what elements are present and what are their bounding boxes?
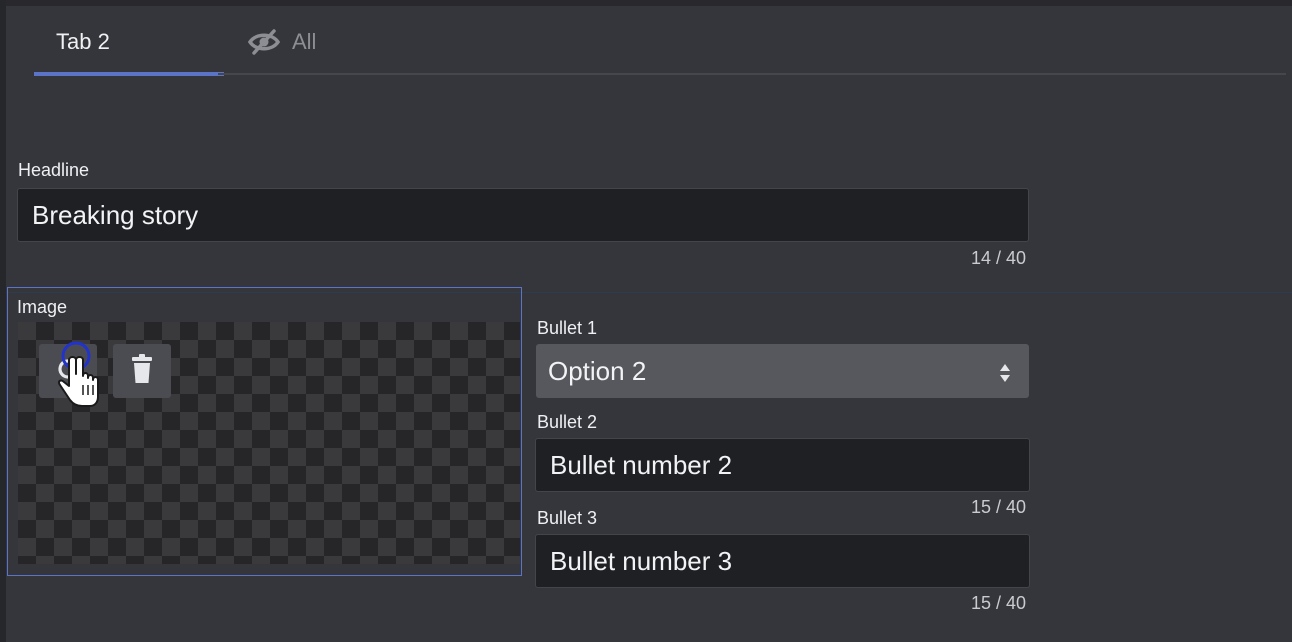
refresh-icon — [54, 355, 82, 388]
form-panel: Tab 2 All Headline Breaking story 14 / 4… — [0, 0, 1292, 642]
bullet-1-label: Bullet 1 — [537, 318, 598, 338]
tab-all[interactable]: All — [246, 6, 316, 78]
bullet-2-counter: 15 / 40 — [970, 497, 1026, 517]
bullet-2-input[interactable]: Bullet number 2 — [535, 438, 1030, 492]
delete-image-button[interactable] — [113, 344, 171, 398]
tab-label: All — [292, 29, 317, 54]
headline-counter: 14 / 40 — [970, 248, 1026, 268]
left-edge — [0, 0, 6, 642]
eye-off-icon — [246, 28, 282, 56]
headline-input[interactable]: Breaking story — [17, 188, 1029, 242]
tab-tab-2[interactable]: Tab 2 — [34, 6, 224, 78]
bullet-3-input[interactable]: Bullet number 3 — [535, 534, 1030, 588]
bullet-3-counter: 15 / 40 — [970, 593, 1026, 613]
bullet-1-select[interactable]: Option 2 — [536, 344, 1029, 398]
tab-bar: Tab 2 All — [6, 6, 1292, 80]
image-field[interactable]: Image — [7, 287, 522, 576]
refresh-image-button[interactable] — [39, 344, 97, 398]
sort-arrows-icon — [999, 360, 1011, 391]
bullet-3-label: Bullet 3 — [537, 508, 598, 528]
image-label: Image — [17, 297, 68, 317]
bullet-2-label: Bullet 2 — [537, 412, 598, 432]
headline-label: Headline — [18, 160, 90, 180]
active-tab-indicator — [34, 72, 224, 76]
trash-icon — [129, 353, 155, 389]
tab-divider — [218, 73, 1286, 75]
bullet-1-value: Option 2 — [548, 355, 647, 386]
tab-label: Tab 2 — [56, 29, 110, 54]
